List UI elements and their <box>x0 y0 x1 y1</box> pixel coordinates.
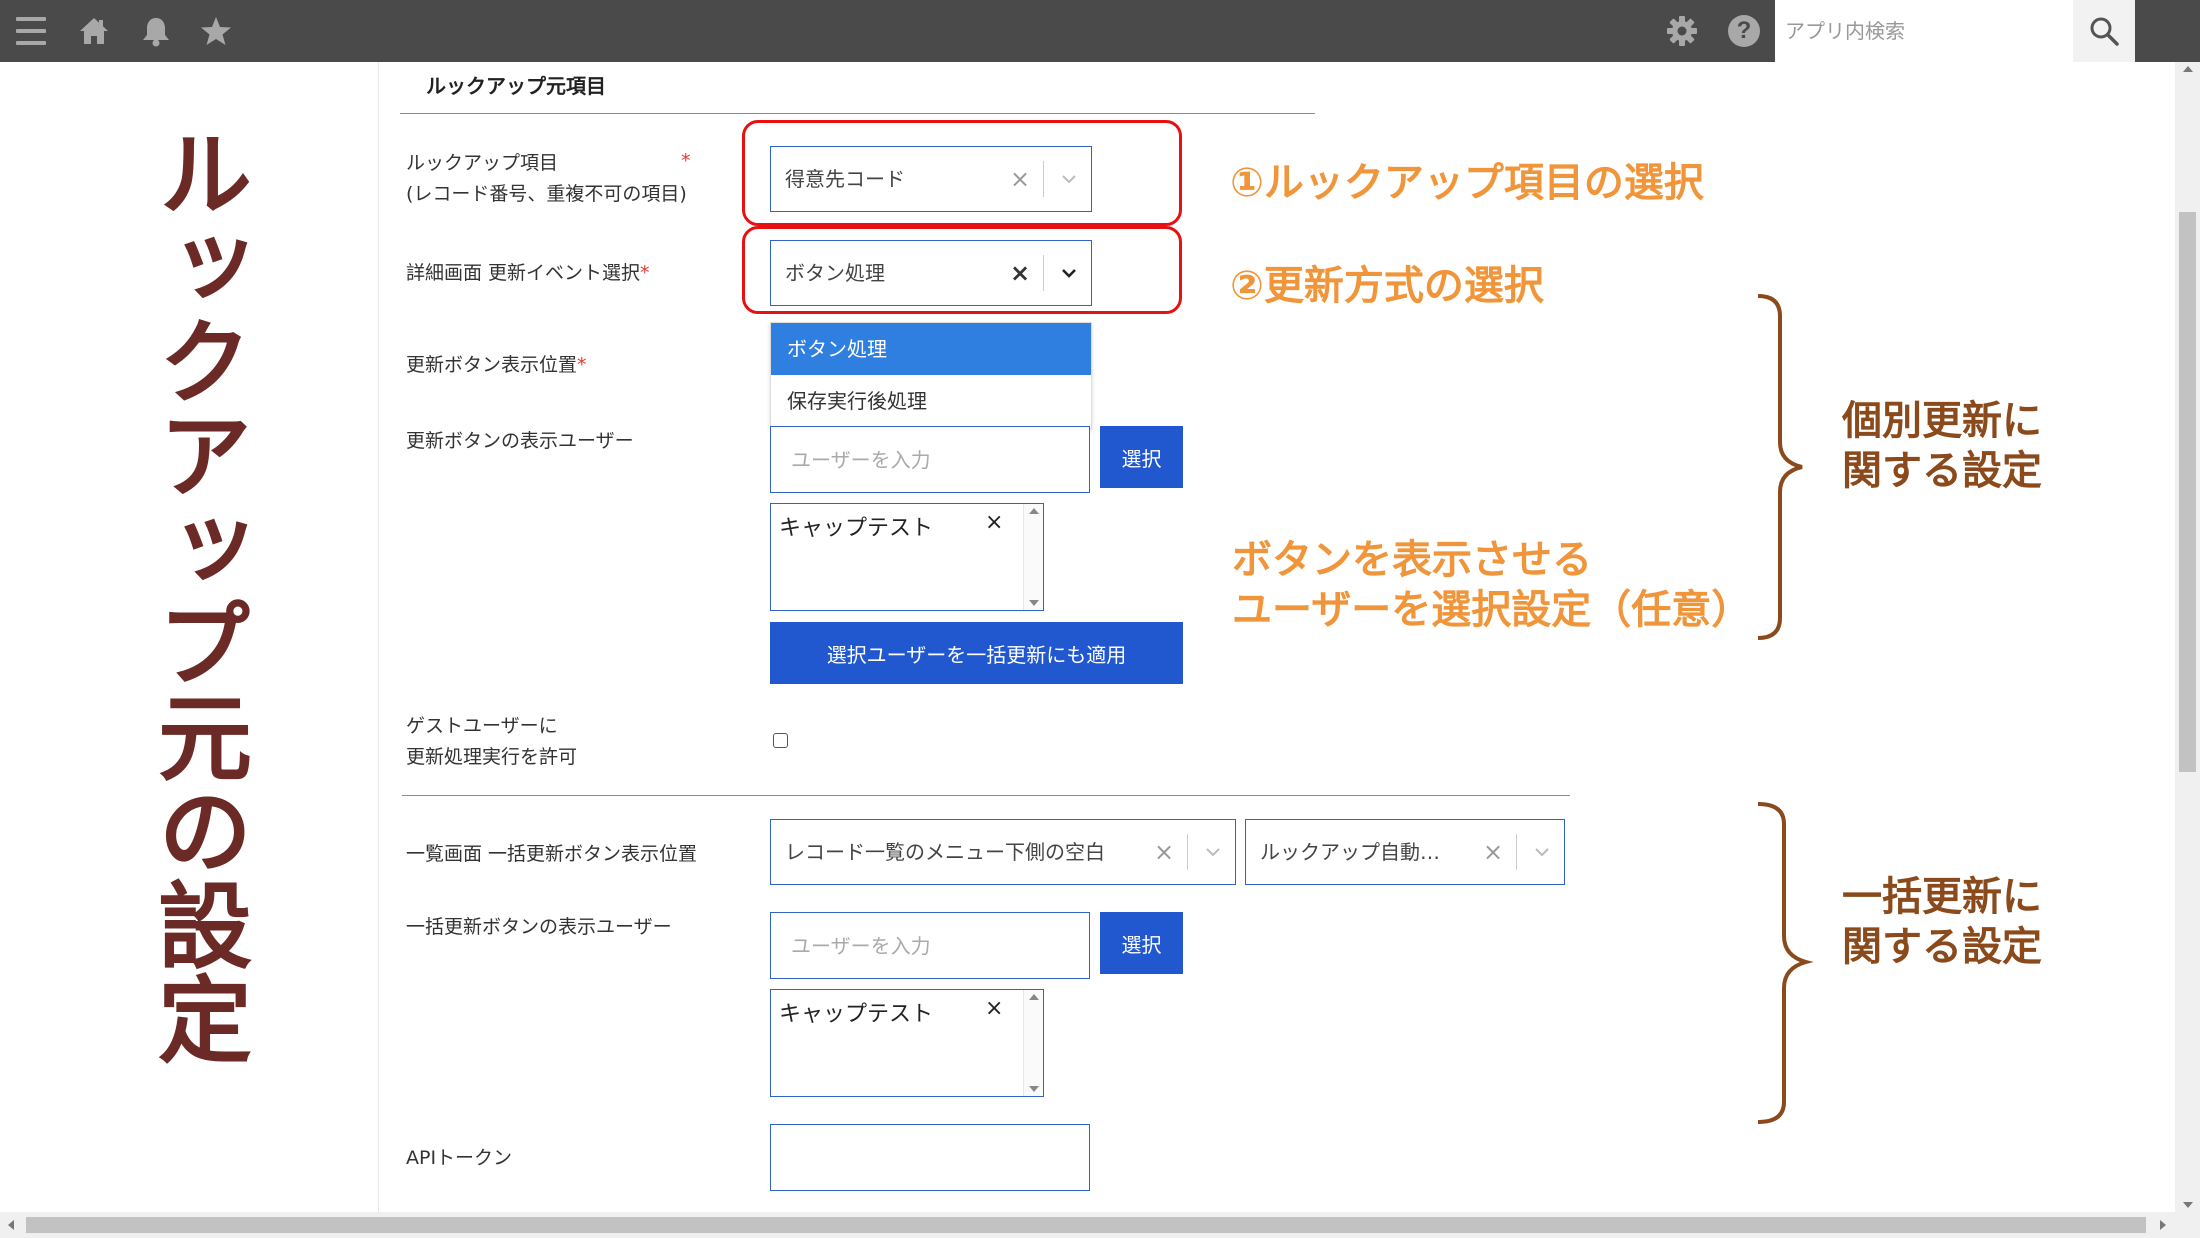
update-event-label-text: 詳細画面 更新イベント選択 <box>406 262 641 284</box>
selected-user-item: キャップテスト <box>779 516 934 541</box>
remove-user-icon[interactable]: × <box>985 510 1003 535</box>
api-token-label: APIトークン <box>406 1147 513 1169</box>
list-scrollbar[interactable] <box>1023 504 1043 610</box>
required-mark: * <box>681 150 691 172</box>
dropdown-option-after-save[interactable]: 保存実行後処理 <box>771 375 1091 427</box>
button-users-select-button[interactable]: 選択 <box>1100 426 1183 488</box>
annotation-users-line2: ユーザーを選択設定（任意） <box>1232 587 1752 633</box>
api-token-input[interactable] <box>770 1124 1090 1191</box>
clear-icon[interactable]: × <box>1478 820 1508 884</box>
bulk-position-select-2[interactable]: ルックアップ自動… × <box>1245 819 1565 885</box>
panel-divider <box>378 62 379 1212</box>
brace-icon <box>1757 802 1814 1124</box>
gear-icon[interactable] <box>1662 0 1702 62</box>
scroll-thumb[interactable] <box>26 1217 2146 1233</box>
bell-icon[interactable] <box>136 0 176 62</box>
select-separator <box>1516 834 1517 870</box>
bulk-position-value-2: ルックアップ自動… <box>1260 840 1440 864</box>
scroll-left-icon[interactable] <box>8 1220 14 1230</box>
bulk-position-select[interactable]: レコード一覧のメニュー下側の空白 × <box>770 819 1236 885</box>
update-event-dropdown: ボタン処理 保存実行後処理 <box>770 322 1092 429</box>
button-users-list[interactable]: キャップテスト × <box>770 503 1044 611</box>
required-mark: * <box>577 354 587 376</box>
search-icon[interactable] <box>2073 0 2135 62</box>
scroll-thumb[interactable] <box>2179 212 2196 772</box>
lookup-field-label-line1: ルックアップ項目 <box>406 152 559 174</box>
annotation-bulk-line1: 一括更新に <box>1842 874 2042 920</box>
top-bar: ? <box>0 0 2200 62</box>
scroll-right-icon[interactable] <box>2160 1220 2166 1230</box>
bulk-position-label: 一覧画面 一括更新ボタン表示位置 <box>406 843 698 865</box>
bulk-position-value: レコード一覧のメニュー下側の空白 <box>785 840 1105 864</box>
required-mark: * <box>640 262 650 284</box>
guest-label-line2: 更新処理実行を許可 <box>406 746 578 768</box>
topbar-edge <box>2135 0 2175 62</box>
button-users-label: 更新ボタンの表示ユーザー <box>406 430 634 452</box>
section-divider <box>400 113 1315 114</box>
guest-label: ゲストユーザーに 更新処理実行を許可 <box>406 711 577 773</box>
bulk-users-input[interactable] <box>770 912 1090 979</box>
section-divider-bulk <box>402 795 1570 796</box>
brace-icon <box>1757 294 1803 640</box>
annotation-bulk-line2: 関する設定 <box>1842 924 2042 970</box>
menu-icon[interactable] <box>12 0 50 62</box>
section-title: ルックアップ元項目 <box>426 74 606 98</box>
clear-icon[interactable]: × <box>1149 820 1179 884</box>
apply-to-bulk-button[interactable]: 選択ユーザーを一括更新にも適用 <box>770 622 1183 684</box>
scroll-down-icon[interactable] <box>2183 1202 2193 1208</box>
annotation-individual-line1: 個別更新に <box>1842 398 2042 444</box>
left-panel-title: ルックアップ元の設定 <box>142 125 251 1065</box>
vertical-scrollbar[interactable] <box>2175 62 2200 1212</box>
button-position-label-text: 更新ボタン表示位置 <box>406 354 578 376</box>
star-icon[interactable] <box>196 0 236 62</box>
annotation-step1: ①ルックアップ項目の選択 <box>1230 160 1704 206</box>
selected-user-item: キャップテスト <box>779 1002 934 1027</box>
bulk-users-label: 一括更新ボタンの表示ユーザー <box>406 916 672 938</box>
horizontal-scrollbar[interactable] <box>0 1212 2200 1238</box>
select-separator <box>1187 834 1188 870</box>
update-event-label: 詳細画面 更新イベント選択* <box>406 258 650 289</box>
highlight-box-update-event <box>742 226 1182 314</box>
scroll-up-icon[interactable] <box>2183 66 2193 72</box>
bulk-users-select-button[interactable]: 選択 <box>1100 912 1183 974</box>
home-icon[interactable] <box>74 0 114 62</box>
dropdown-option-button[interactable]: ボタン処理 <box>771 323 1091 375</box>
remove-user-icon[interactable]: × <box>985 996 1003 1021</box>
highlight-box-lookup <box>742 120 1182 226</box>
button-position-label: 更新ボタン表示位置* <box>406 350 587 381</box>
list-scrollbar[interactable] <box>1023 990 1043 1096</box>
chevron-down-icon[interactable] <box>1520 820 1564 884</box>
button-users-input[interactable] <box>770 426 1090 493</box>
annotation-step2: ②更新方式の選択 <box>1230 263 1544 309</box>
search-input[interactable] <box>1775 0 2073 62</box>
guest-label-line1: ゲストユーザーに <box>406 715 558 737</box>
lookup-field-label: ルックアップ項目 (レコード番号、重複不可の項目) <box>406 148 687 210</box>
lookup-field-label-line2: (レコード番号、重複不可の項目) <box>406 183 687 205</box>
annotation-individual-line2: 関する設定 <box>1842 448 2042 494</box>
chevron-down-icon[interactable] <box>1191 820 1235 884</box>
guest-checkbox[interactable] <box>773 733 788 748</box>
bulk-users-list[interactable]: キャップテスト × <box>770 989 1044 1097</box>
help-icon[interactable]: ? <box>1724 0 1764 62</box>
